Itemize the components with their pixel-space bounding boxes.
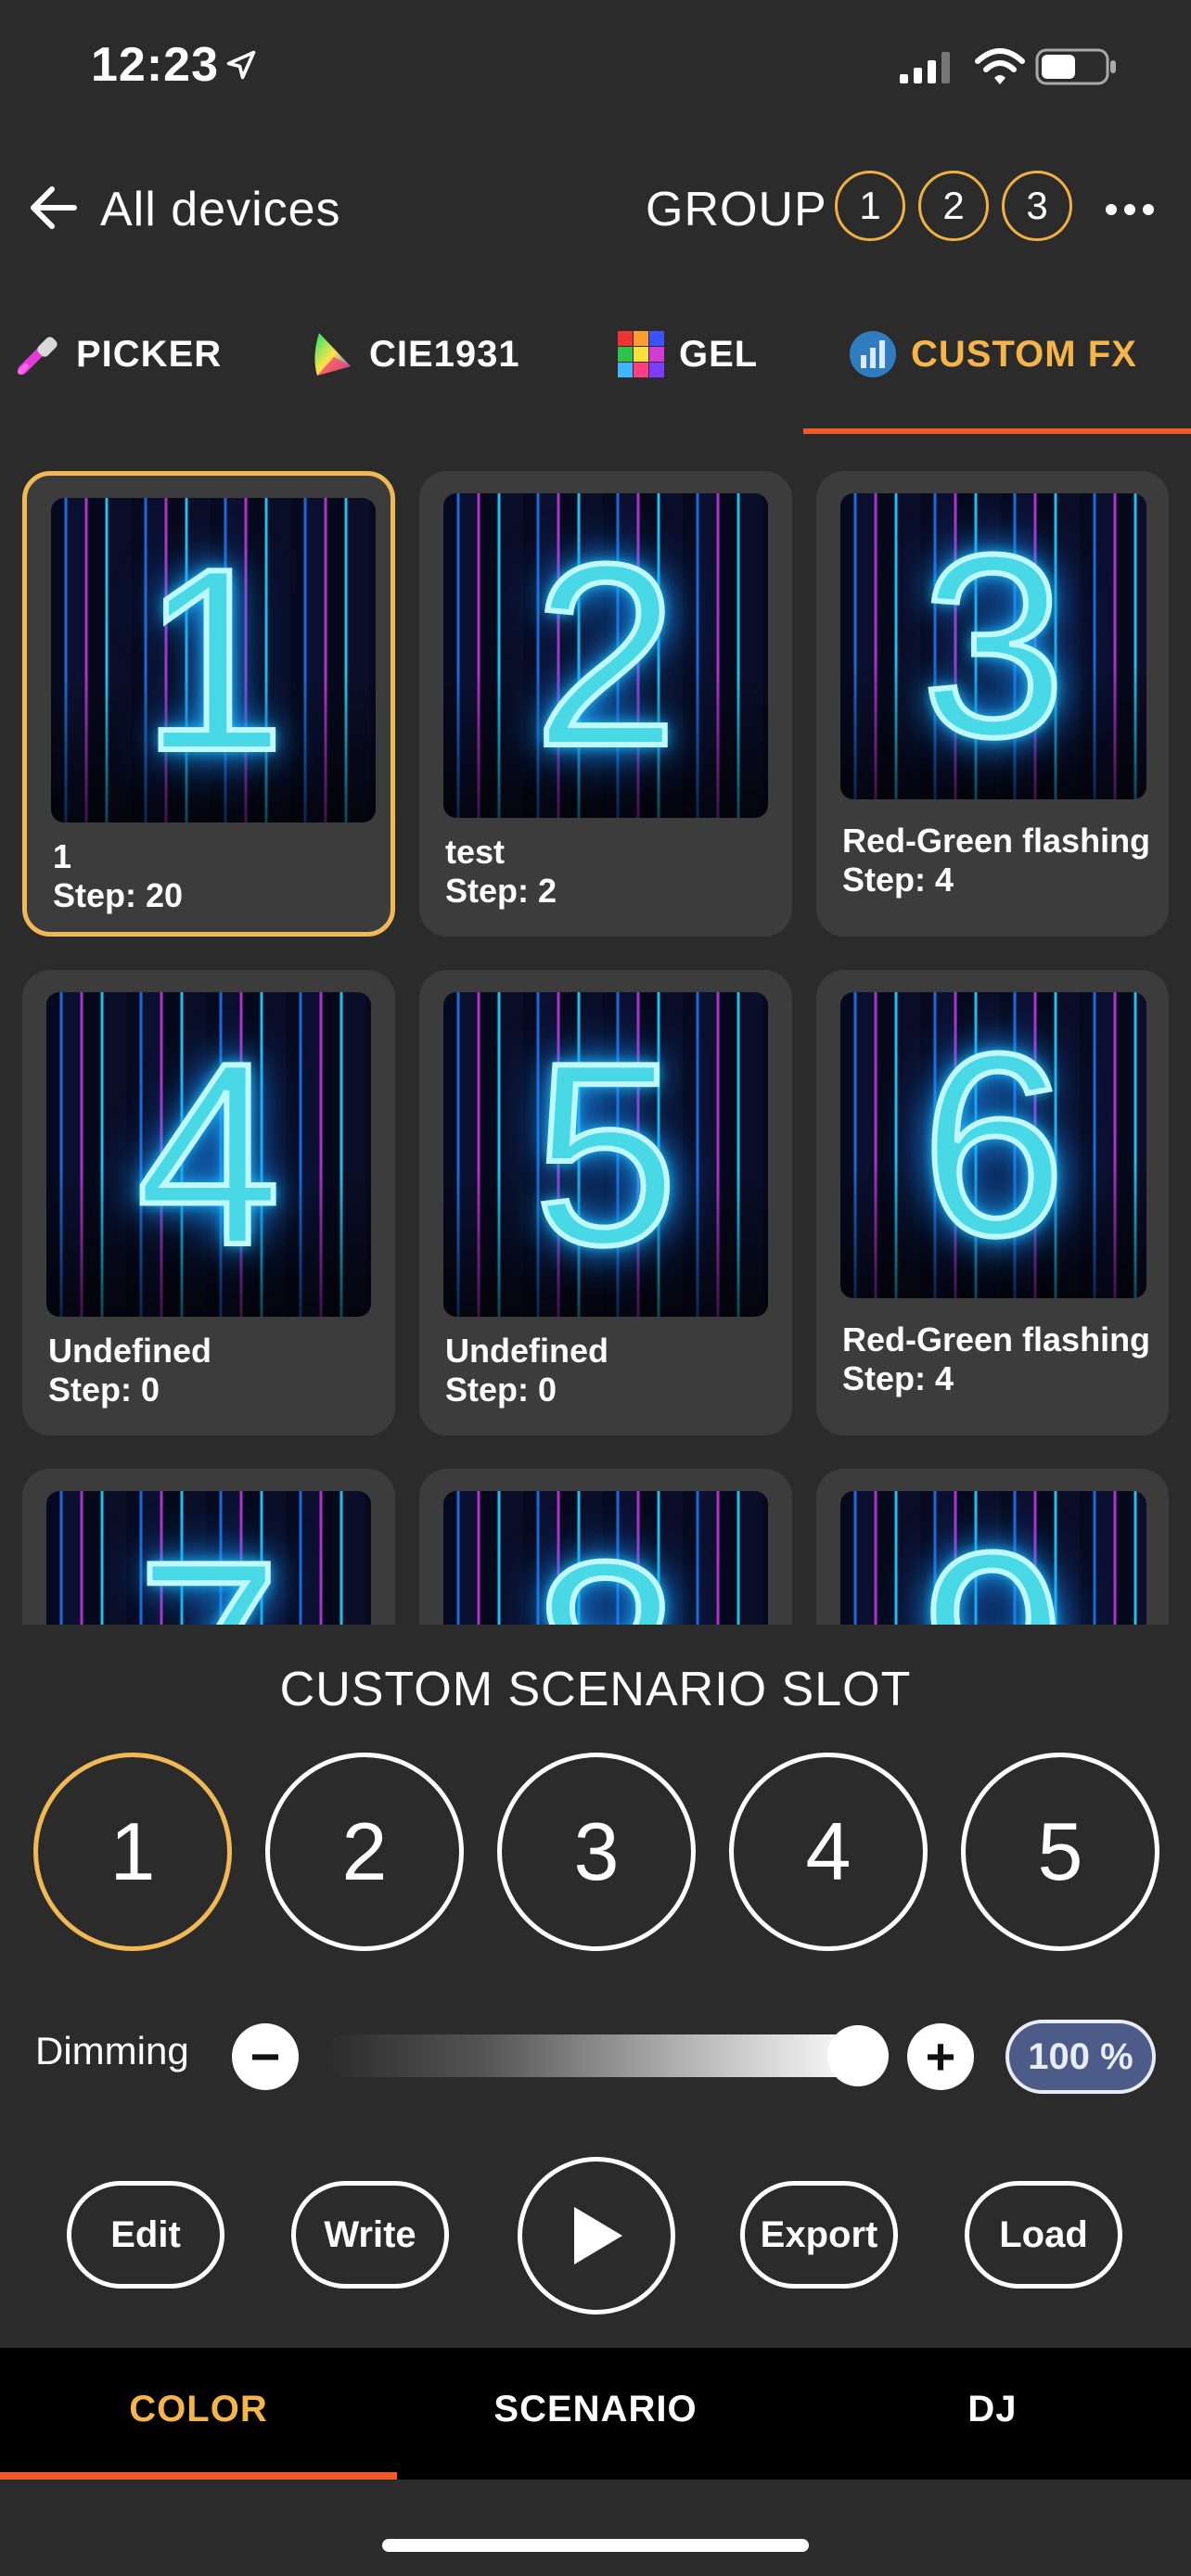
dimming-value[interactable]: 100 % [1005, 2020, 1156, 2094]
effect-card[interactable]: 2 test Step: 2 [419, 471, 792, 937]
dimming-slider[interactable] [325, 2034, 863, 2077]
effect-thumbnail: 1 [51, 498, 376, 823]
edit-button[interactable]: Edit [67, 2181, 224, 2289]
effect-step: Step: 4 [842, 1359, 954, 1397]
bottom-nav: COLOR SCENARIO DJ [0, 2348, 1191, 2480]
effect-card[interactable]: 9 [816, 1469, 1169, 1625]
effect-number: 8 [443, 1491, 768, 1626]
active-nav-indicator [0, 2472, 397, 2480]
status-time: 12:23 [91, 38, 219, 92]
custom-fx-icon [850, 331, 896, 377]
slot-1-button[interactable]: 1 [33, 1753, 232, 1951]
nav-scenario[interactable]: SCENARIO [397, 2389, 794, 2430]
effect-card[interactable]: 3 Red-Green flashing Step: 4 [816, 471, 1169, 937]
header: All devices GROUP 1 2 3 [0, 148, 1191, 269]
dimming-slider-handle[interactable] [827, 2025, 889, 2086]
effect-number: 3 [918, 499, 1069, 794]
wifi-icon [975, 48, 1025, 84]
effect-step: Step: 20 [53, 876, 184, 914]
tab-custom-fx[interactable]: CUSTOM FX [848, 326, 1137, 382]
effect-thumbnail: 3 [840, 493, 1146, 799]
effect-number: 7 [46, 1491, 371, 1626]
color-picker-icon [18, 337, 58, 375]
slot-4-button[interactable]: 4 [729, 1753, 928, 1951]
tab-cie1931[interactable]: CIE1931 [306, 326, 520, 382]
dimming-decrease-button[interactable]: − [232, 2023, 299, 2090]
tab-picker[interactable]: PICKER [13, 326, 222, 382]
slot-2-button[interactable]: 2 [265, 1753, 464, 1951]
effect-name: Red-Green flashing [842, 1320, 1151, 1358]
tab-label: GEL [679, 333, 759, 375]
cie-chart-icon [314, 333, 351, 376]
tab-gel[interactable]: GEL [616, 326, 758, 382]
effect-step: Step: 2 [445, 872, 557, 910]
effect-step: Step: 4 [842, 861, 954, 899]
nav-color[interactable]: COLOR [0, 2389, 397, 2430]
effect-number: 1 [138, 513, 288, 808]
battery-icon [1035, 48, 1116, 85]
home-indicator[interactable] [382, 2539, 809, 2552]
effect-name: test [445, 833, 506, 871]
effect-thumbnail: 7 [46, 1491, 371, 1625]
effect-thumbnail: 5 [443, 992, 768, 1317]
effect-thumbnail: 2 [443, 493, 768, 818]
effect-thumbnail: 6 [840, 992, 1146, 1298]
effect-thumbnail: 9 [840, 1491, 1146, 1625]
effect-name: 1 [53, 837, 72, 875]
effect-name: Red-Green flashing [842, 822, 1151, 860]
arrow-left-icon[interactable] [28, 184, 80, 232]
effect-card[interactable]: 8 [419, 1469, 792, 1625]
effect-card[interactable]: 6 Red-Green flashing Step: 4 [816, 970, 1169, 1435]
effect-card[interactable]: 4 Undefined Step: 0 [22, 970, 395, 1435]
effect-step: Step: 0 [445, 1371, 557, 1409]
scenario-panel: CUSTOM SCENARIO SLOT 1 2 3 4 5 Dimming −… [0, 1625, 1191, 2348]
dimming-label: Dimming [35, 2029, 189, 2072]
tab-label: CIE1931 [369, 333, 520, 375]
dimming-increase-button[interactable]: + [907, 2023, 974, 2090]
effect-number: 9 [840, 1491, 1146, 1626]
status-bar: 12:23 [0, 0, 1191, 139]
effect-card[interactable]: 7 [22, 1469, 395, 1625]
tab-label: PICKER [76, 333, 223, 375]
mode-tabs: PICKER CIE1931 GEL CUSTOM FX [0, 306, 1191, 436]
write-button[interactable]: Write [291, 2181, 449, 2289]
play-icon [574, 2207, 622, 2264]
group-1-button[interactable]: 1 [835, 171, 905, 241]
location-arrow-icon [226, 50, 256, 80]
tab-label: CUSTOM FX [911, 333, 1137, 375]
effect-number: 4 [134, 1007, 284, 1302]
more-icon[interactable] [1104, 200, 1156, 219]
load-button[interactable]: Load [965, 2181, 1122, 2289]
home-area [0, 2480, 1191, 2576]
export-button[interactable]: Export [740, 2181, 898, 2289]
gel-grid-icon [618, 331, 664, 377]
group-label: GROUP [646, 183, 827, 236]
play-button[interactable] [518, 2157, 675, 2315]
effect-step: Step: 0 [48, 1371, 160, 1409]
effect-card[interactable]: 1 1 Step: 20 [22, 471, 395, 937]
nav-dj[interactable]: DJ [794, 2389, 1191, 2430]
group-2-button[interactable]: 2 [918, 171, 989, 241]
all-devices-link[interactable]: All devices [100, 182, 341, 237]
effect-thumbnail: 4 [46, 992, 371, 1317]
slot-3-button[interactable]: 3 [497, 1753, 696, 1951]
signal-icon [900, 52, 950, 83]
effect-number: 5 [531, 1007, 681, 1302]
effect-card[interactable]: 5 Undefined Step: 0 [419, 970, 792, 1435]
effect-number: 2 [531, 508, 681, 803]
effect-grid: 1 1 Step: 20 2 test Step: 2 3 Red-Green … [0, 454, 1191, 1625]
group-3-button[interactable]: 3 [1002, 171, 1072, 241]
slot-5-button[interactable]: 5 [961, 1753, 1159, 1951]
effect-name: Undefined [48, 1332, 211, 1370]
panel-title: CUSTOM SCENARIO SLOT [279, 1663, 912, 1716]
effect-name: Undefined [445, 1332, 608, 1370]
active-tab-indicator [803, 428, 1191, 434]
effect-thumbnail: 8 [443, 1491, 768, 1625]
effect-number: 6 [918, 998, 1069, 1293]
